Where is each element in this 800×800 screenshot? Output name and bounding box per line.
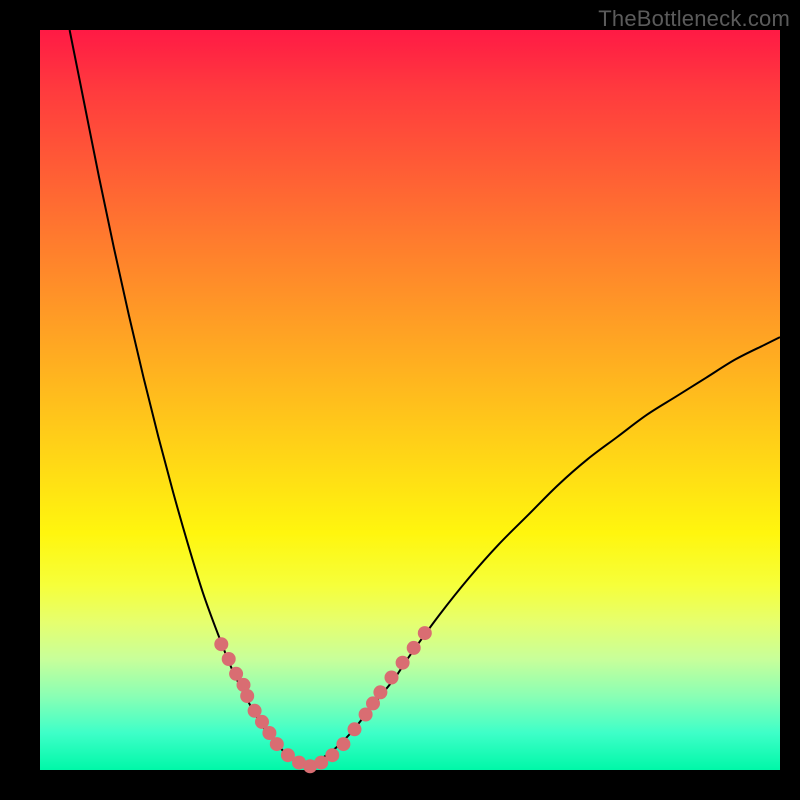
data-marker [214, 637, 228, 651]
data-marker [385, 671, 399, 685]
data-marker [396, 656, 410, 670]
data-marker [348, 722, 362, 736]
data-marker [222, 652, 236, 666]
attribution-text: TheBottleneck.com [598, 6, 790, 32]
data-marker [325, 748, 339, 762]
data-marker [336, 737, 350, 751]
data-marker [240, 689, 254, 703]
chart-canvas: TheBottleneck.com [0, 0, 800, 800]
marker-group [214, 626, 431, 773]
data-marker [407, 641, 421, 655]
data-marker [270, 737, 284, 751]
curve-layer [40, 30, 780, 770]
left-branch-curve [70, 30, 307, 766]
data-marker [418, 626, 432, 640]
data-marker [373, 685, 387, 699]
plot-area [40, 30, 780, 770]
